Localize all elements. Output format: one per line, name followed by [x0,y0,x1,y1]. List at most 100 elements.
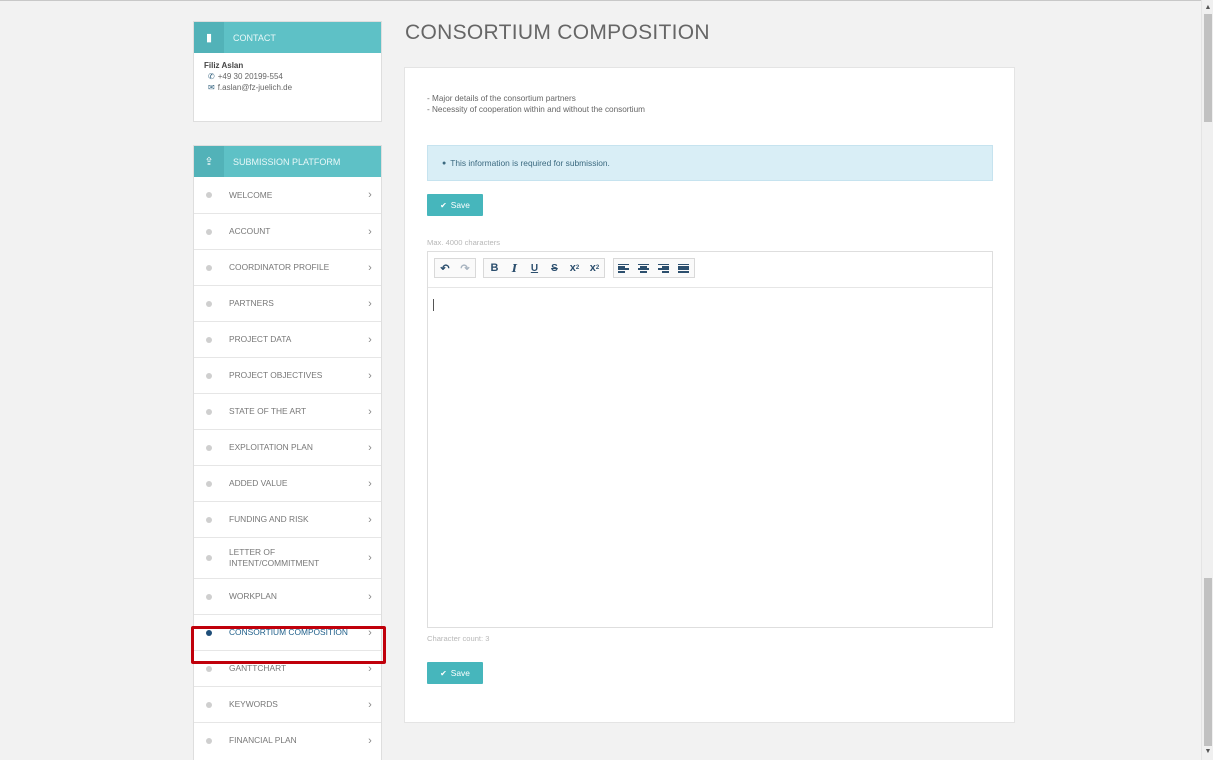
status-dot [206,480,212,487]
contact-panel: ▮ CONTACT Filiz Aslan ✆ +49 30 20199-554 … [193,21,382,122]
nav-item-exploitation-plan[interactable]: EXPLOITATION PLAN › [194,429,381,465]
align-left-icon[interactable] [614,259,634,277]
underline-icon[interactable]: U [524,259,544,277]
nav-item-project-objectives[interactable]: PROJECT OBJECTIVES › [194,357,381,393]
nav-item-label: LETTER OF INTENT/COMMITMENT [229,547,320,568]
submission-nav-panel: ⇪ SUBMISSION PLATFORM WELCOME › ACCOUNT › … [193,145,382,760]
format-group: B I U S x2 x2 [483,258,606,278]
content-card: - Major details of the consortium partne… [404,67,1015,723]
redo-icon[interactable]: ↷ [455,259,475,277]
nav-item-label: PROJECT OBJECTIVES [229,370,323,380]
chevron-right-icon: › [368,333,372,346]
status-dot [206,665,212,672]
align-justify-icon[interactable] [674,259,694,277]
submission-nav-header-label: SUBMISSION PLATFORM [233,156,341,167]
contact-header: ▮ CONTACT [194,22,381,53]
nav-item-label: WORKPLAN [229,591,277,601]
nav-item-label: ACCOUNT [229,226,271,236]
window-top-border [0,0,1201,3]
nav-item-financial-plan[interactable]: FINANCIAL PLAN › [194,722,381,758]
upload-icon: ⇪ [194,146,224,177]
bold-icon[interactable]: B [484,259,504,277]
nav-item-label: PROJECT DATA [229,334,292,344]
nav-item-state-of-the-art[interactable]: STATE OF THE ART › [194,393,381,429]
nav-item-label: ADDED VALUE [229,478,288,488]
status-dot [206,228,212,235]
nav-item-account[interactable]: ACCOUNT › [194,213,381,249]
nav-item-label: WELCOME [229,189,273,200]
nav-item-letter-of-intent[interactable]: LETTER OF INTENT/COMMITMENT › [194,537,381,578]
nav-item-welcome[interactable]: WELCOME › [194,177,381,213]
save-button-bottom[interactable]: ✔ Save [427,662,483,684]
status-dot [206,264,212,271]
phone-icon: ✆ [208,72,215,81]
envelope-icon: ✉ [208,83,215,92]
contact-header-label: CONTACT [233,32,276,43]
description: - Major details of the consortium partne… [427,93,645,115]
chevron-right-icon: › [368,734,372,747]
nav-item-label: PARTNERS [229,298,274,308]
chevron-right-icon: › [368,225,372,238]
status-dot [206,593,212,600]
scroll-down-icon[interactable]: ▼ [1202,746,1213,758]
status-dot [206,444,212,451]
scrollbar-thumb-lower[interactable] [1204,578,1212,746]
text-cursor [433,299,434,311]
strikethrough-icon[interactable]: S [544,259,564,277]
chevron-right-icon: › [368,441,372,454]
chevron-right-icon: › [368,405,372,418]
status-dot [206,300,212,307]
nav-item-partners[interactable]: PARTNERS › [194,285,381,321]
description-line: - Major details of the consortium partne… [427,94,576,103]
status-dot [206,372,212,379]
nav-item-added-value[interactable]: ADDED VALUE › [194,465,381,501]
chevron-right-icon: › [368,261,372,274]
nav-item-label: FINANCIAL PLAN [229,735,297,745]
nav-list: WELCOME › ACCOUNT › COORDINATOR PROFILE › P… [194,177,381,758]
status-dot [206,192,212,198]
nav-item-keywords[interactable]: KEYWORDS › [194,686,381,722]
chevron-right-icon: › [368,698,372,711]
status-dot [206,408,212,415]
status-dot [206,516,212,523]
subscript-icon[interactable]: x2 [584,259,604,277]
chevron-right-icon: › [368,477,372,490]
id-card-icon: ▮ [194,22,224,53]
chevron-right-icon: › [368,297,372,310]
scroll-up-icon[interactable]: ▲ [1202,2,1213,14]
save-button-top[interactable]: ✔ Save [427,194,483,216]
editor-toolbar: ↶ ↷ B I U S x2 x2 [428,252,992,288]
align-center-icon[interactable] [634,259,654,277]
status-dot [206,737,212,744]
nav-item-funding-and-risk[interactable]: FUNDING AND RISK › [194,501,381,537]
nav-item-label: KEYWORDS [229,699,278,709]
contact-email-row[interactable]: ✉ f.aslan@fz-juelich.de [204,82,371,93]
nav-item-label: FUNDING AND RISK [229,514,309,524]
nav-item-label: COORDINATOR PROFILE [229,262,330,272]
check-icon: ✔ [440,668,447,678]
save-label: Save [450,200,470,210]
editor-text-area[interactable] [428,288,992,628]
page-scrollbar[interactable]: ▲ ▼ [1201,0,1213,760]
save-label: Save [450,668,470,678]
nav-item-workplan[interactable]: WORKPLAN › [194,578,381,614]
nav-item-label: EXPLOITATION PLAN [229,442,313,452]
italic-icon[interactable]: I [504,259,524,277]
check-icon: ✔ [440,200,447,210]
nav-item-coordinator-profile[interactable]: COORDINATOR PROFILE › [194,249,381,285]
max-characters-hint: Max. 4000 characters [427,238,501,247]
history-group: ↶ ↷ [434,258,476,278]
chevron-right-icon: › [368,552,372,564]
chevron-right-icon: › [368,513,372,526]
align-right-icon[interactable] [654,259,674,277]
scrollbar-thumb[interactable] [1204,14,1212,122]
contact-email[interactable]: f.aslan@fz-juelich.de [218,83,292,92]
nav-item-project-data[interactable]: PROJECT DATA › [194,321,381,357]
rich-text-editor[interactable]: ↶ ↷ B I U S x2 x2 [427,251,993,628]
description-line: - Necessity of cooperation within and wi… [427,105,645,114]
info-alert: ● This information is required for submi… [427,145,993,181]
superscript-icon[interactable]: x2 [564,259,584,277]
chevron-right-icon: › [368,590,372,603]
undo-icon[interactable]: ↶ [435,259,455,277]
contact-phone: +49 30 20199-554 [217,72,283,81]
